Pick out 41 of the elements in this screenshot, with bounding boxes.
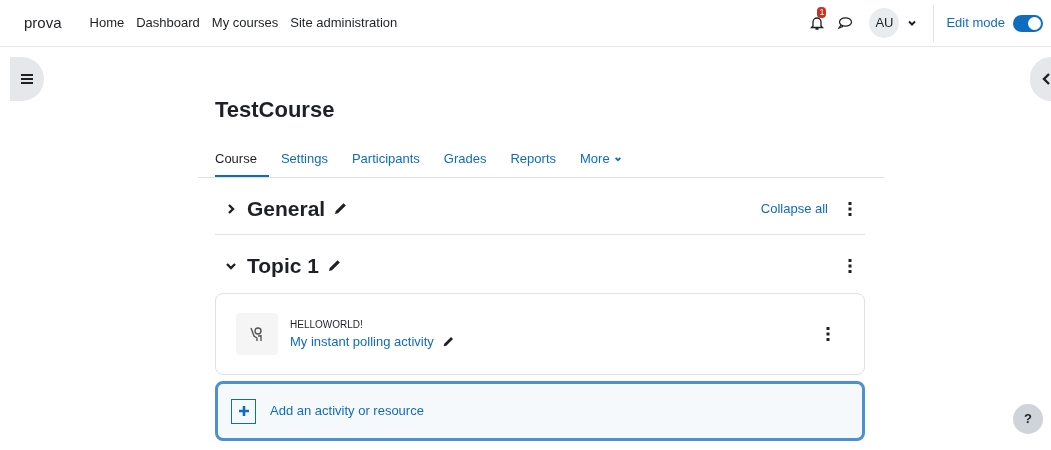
pencil-icon[interactable] — [441, 335, 454, 348]
notification-badge: 1 — [817, 7, 827, 18]
course-tab[interactable]: Grades — [431, 143, 499, 177]
nav-link[interactable]: Dashboard — [136, 13, 200, 33]
block-drawer-button[interactable] — [1030, 57, 1051, 101]
bell-icon[interactable] — [809, 15, 826, 31]
course-tab[interactable]: Course — [215, 143, 269, 177]
nav-link[interactable]: Site administration — [290, 13, 398, 33]
edit-mode-switch[interactable] — [1013, 14, 1043, 32]
collapse-all-link[interactable]: Collapse all — [760, 199, 828, 219]
activity-icon — [236, 313, 278, 355]
kebab-menu-icon[interactable] — [826, 327, 830, 341]
chevron-down-icon[interactable] — [907, 18, 918, 28]
pencil-icon[interactable] — [326, 259, 341, 273]
course-tab[interactable]: Settings — [268, 143, 340, 177]
list-icon — [21, 73, 33, 85]
course-title: TestCourse — [215, 96, 336, 124]
course-tab[interactable]: Reports — [498, 143, 568, 177]
site-name[interactable]: prova — [24, 11, 62, 35]
kebab-menu-icon[interactable] — [848, 202, 852, 216]
pencil-icon[interactable] — [333, 202, 348, 216]
activity-type: HELLOWORLD! — [290, 317, 364, 332]
activity-link[interactable]: My instant polling activity — [290, 331, 434, 352]
course-tab[interactable]: More — [568, 143, 634, 177]
section-title[interactable]: General — [247, 193, 326, 225]
chevron-right-icon[interactable] — [225, 203, 237, 215]
drawer-toggle-button[interactable] — [10, 57, 44, 101]
user-avatar[interactable]: AU — [869, 8, 900, 38]
nav-link[interactable]: Home — [89, 13, 125, 33]
edit-mode-label: Edit mode — [946, 14, 1005, 33]
help-button[interactable]: ? — [1013, 404, 1043, 434]
plus-icon — [231, 398, 256, 424]
section-title[interactable]: Topic 1 — [247, 250, 319, 282]
nav-link[interactable]: My courses — [211, 13, 279, 33]
chevron-down-icon — [613, 155, 622, 163]
kebab-menu-icon[interactable] — [848, 259, 852, 273]
add-activity-button[interactable]: Add an activity or resource — [215, 381, 865, 441]
chat-bubble-icon[interactable] — [837, 15, 854, 31]
course-tab[interactable]: Participants — [339, 143, 432, 177]
chevron-left-icon — [1041, 73, 1051, 85]
chevron-down-icon[interactable] — [225, 260, 237, 272]
